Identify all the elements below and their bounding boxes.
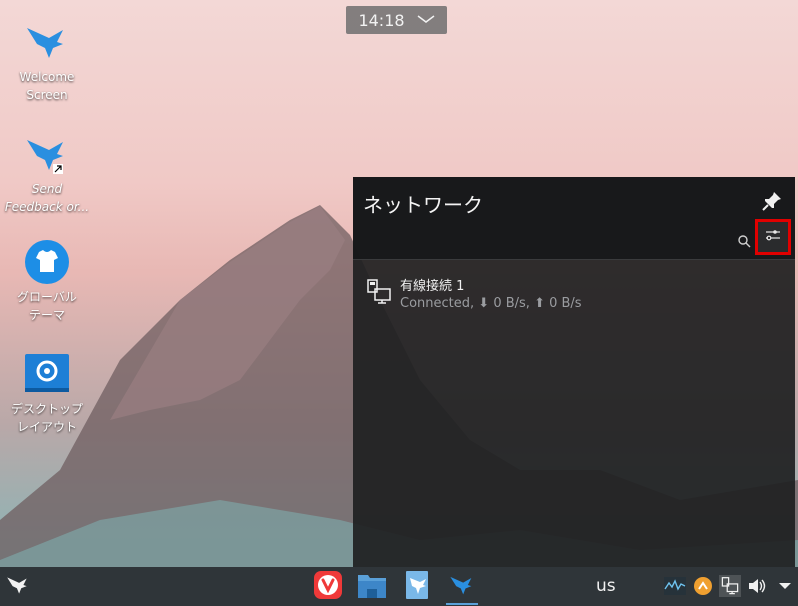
desktop-icon-welcome-screen[interactable]: Welcome Screen — [0, 18, 94, 104]
clock-time: 14:18 — [358, 10, 405, 30]
keyboard-layout-indicator[interactable]: us — [596, 576, 616, 596]
shirt-icon — [23, 238, 71, 286]
settings-sliders-icon — [765, 227, 781, 247]
taskbar-app-file-manager[interactable] — [356, 571, 388, 603]
desktop-icon-label: Send — [31, 182, 63, 196]
clock-widget[interactable]: 14:18 — [346, 6, 447, 34]
upload-rate: 0 B/s — [549, 296, 582, 311]
document-viewer-icon — [404, 570, 430, 604]
taskbar-app-bird[interactable] — [446, 571, 478, 605]
desktop-icon-send-feedback[interactable]: Send Feedback or... — [0, 130, 94, 216]
desktop-icon-label: Welcome — [19, 70, 75, 84]
network-tray-icon[interactable] — [719, 575, 741, 597]
search-icon[interactable] — [737, 233, 751, 248]
connection-status: Connected, ⬇ 0 B/s, ⬆ 0 B/s — [400, 296, 582, 311]
desktop-icon-label: Feedback or... — [4, 200, 90, 214]
desktop-layout-icon — [23, 350, 71, 398]
vivaldi-icon — [313, 570, 343, 604]
wired-network-icon — [367, 279, 391, 305]
application-launcher-button[interactable] — [2, 571, 34, 603]
connection-status-label: Connected, — [400, 296, 479, 311]
taskbar: us — [0, 567, 798, 606]
bird-logo-icon — [23, 18, 71, 66]
updates-icon[interactable] — [692, 575, 714, 597]
tray-expand-icon[interactable] — [774, 575, 796, 597]
network-settings-button[interactable] — [755, 219, 791, 255]
network-connection-item[interactable]: 有線接続 1 Connected, ⬇ 0 B/s, ⬆ 0 B/s — [367, 275, 787, 319]
chevron-down-icon[interactable] — [417, 12, 435, 28]
network-panel-title: ネットワーク — [363, 193, 483, 217]
desktop-icon-label: デスクトップ — [10, 402, 83, 416]
network-panel-header: ネットワーク — [353, 177, 795, 260]
bird-logo-link-icon — [23, 130, 71, 178]
download-rate: 0 B/s — [493, 296, 526, 311]
status-separator: , — [525, 296, 535, 311]
bird-app-icon — [448, 571, 476, 603]
connection-name: 有線接続 1 — [400, 279, 465, 294]
desktop-icon-global-theme[interactable]: グローバル テーマ — [0, 238, 94, 324]
pin-icon[interactable] — [761, 190, 783, 212]
system-monitor-icon[interactable] — [664, 575, 686, 597]
upload-arrow-icon: ⬆ — [534, 296, 550, 311]
file-manager-icon — [357, 571, 387, 603]
download-arrow-icon: ⬇ — [478, 296, 494, 311]
taskbar-app-document-viewer[interactable] — [401, 571, 433, 603]
bird-logo-icon — [5, 572, 31, 602]
desktop-icon-label: レイアウト — [16, 420, 77, 434]
desktop-icon-label: グローバル — [17, 290, 77, 304]
network-panel: ネットワーク 有線接続 1 Connected, ⬇ 0 B/s, ⬆ 0 B/… — [353, 177, 795, 567]
desktop-icon-desktop-layout[interactable]: デスクトップ レイアウト — [0, 350, 94, 436]
volume-icon[interactable] — [746, 575, 768, 597]
taskbar-app-vivaldi[interactable] — [312, 571, 344, 603]
desktop-icon-label: Screen — [26, 88, 68, 102]
desktop-icon-label: テーマ — [28, 308, 65, 322]
